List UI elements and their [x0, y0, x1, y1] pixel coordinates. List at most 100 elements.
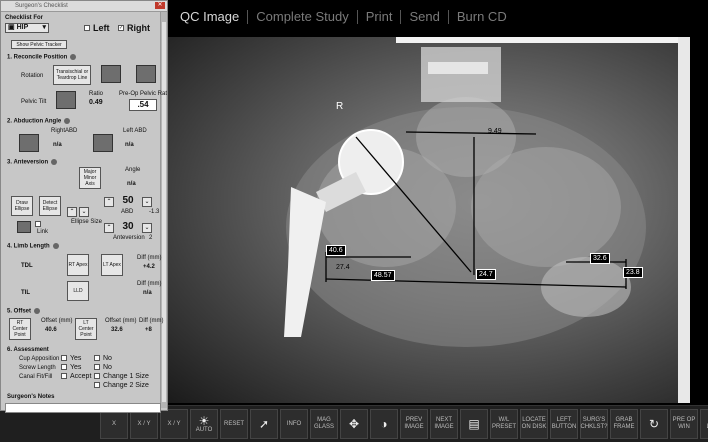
- pan-icon: ✥: [348, 417, 360, 431]
- offset-diff-value: +8: [145, 327, 152, 333]
- left-abd-label: Left ABD: [123, 128, 147, 134]
- pelvic-tilt-icon[interactable]: [56, 91, 76, 109]
- del-last-button[interactable]: DEL LAST: [700, 409, 708, 439]
- til-diff-label: Diff (mm): [137, 281, 162, 287]
- cup-yes-checkbox[interactable]: [61, 355, 67, 361]
- left-abd-icon[interactable]: [93, 134, 113, 152]
- abd-value[interactable]: 50: [117, 195, 139, 208]
- cup-no-checkbox[interactable]: [94, 355, 100, 361]
- detect-ellipse-button[interactable]: Detect Ellipse: [39, 196, 61, 216]
- tab-complete-study[interactable]: Complete Study: [248, 10, 358, 24]
- lld-button[interactable]: LLD: [67, 281, 89, 301]
- surg-s-chklst-button[interactable]: SURG'S CHKLST?: [580, 409, 608, 439]
- x-button[interactable]: X: [100, 409, 128, 439]
- tab-send[interactable]: Send: [401, 10, 449, 24]
- major-minor-axis-button[interactable]: Major Minor Axis: [79, 167, 101, 189]
- lt-center-point-button[interactable]: LT Center Point: [75, 318, 97, 340]
- offset-rt-value: 40.6: [45, 327, 57, 333]
- mag-glass-button[interactable]: MAG GLASS: [310, 409, 338, 439]
- link-checkbox[interactable]: [35, 221, 41, 227]
- panel-scrollbar[interactable]: [160, 12, 167, 408]
- show-pelvic-tracker-button[interactable]: Show Pelvic Tracker: [11, 40, 67, 49]
- preop-ratio-input[interactable]: .54: [129, 99, 157, 111]
- info-icon[interactable]: [70, 54, 77, 60]
- rt-center-point-button[interactable]: RT Center Point: [9, 318, 31, 340]
- grab-frame-button[interactable]: GRAB FRAME: [610, 409, 638, 439]
- reset-button[interactable]: RESET: [220, 409, 248, 439]
- info-icon[interactable]: [34, 308, 41, 314]
- xray-image[interactable]: R 9.49 40.6 32.6 24.7 48.57 23.8 27.4: [166, 37, 690, 403]
- tdl-diff-value: +4.2: [143, 264, 155, 270]
- yes-label: Yes: [70, 355, 82, 362]
- dicom-button[interactable]: ▤: [460, 409, 488, 439]
- left-checkbox[interactable]: [84, 25, 90, 31]
- procedure-select[interactable]: ▣ HIP ▾: [5, 23, 49, 33]
- info-button[interactable]: INFO: [280, 409, 308, 439]
- lt-apex-button[interactable]: LT Apex: [101, 254, 123, 276]
- rotate-button[interactable]: ↻: [640, 409, 668, 439]
- surgeons-notes-input[interactable]: [5, 403, 161, 413]
- pre-op-win-button[interactable]: PRE OP WIN: [670, 409, 698, 439]
- abd-up-button[interactable]: ⌃: [104, 197, 114, 207]
- pelvis-rotation-alt-icon[interactable]: [136, 65, 156, 83]
- pelvis-rotation-icon[interactable]: [101, 65, 121, 83]
- canal-accept-checkbox[interactable]: [61, 373, 67, 379]
- right-label: Right: [127, 23, 150, 33]
- xray-overlay: [284, 47, 646, 347]
- hip-icon: ▣: [8, 24, 15, 31]
- info-icon[interactable]: [64, 118, 71, 124]
- left-button-button[interactable]: LEFT BUTTON: [550, 409, 578, 439]
- panel-titlebar[interactable]: Surgeon's Checklist ✕: [1, 1, 167, 12]
- offset-lt-value: 32.6: [111, 327, 123, 333]
- cursor-button[interactable]: ➚: [250, 409, 278, 439]
- transischial-button[interactable]: Transischial or Teardrop Line: [53, 65, 91, 85]
- tab-print[interactable]: Print: [358, 10, 402, 24]
- yes-label: Yes: [70, 364, 82, 371]
- pelvic-tilt-label: Pelvic Tilt: [21, 99, 47, 105]
- right-abd-icon[interactable]: [19, 134, 39, 152]
- close-icon[interactable]: ✕: [155, 2, 165, 9]
- toolbar-button-label: X / Y: [137, 420, 151, 427]
- rt-apex-button[interactable]: RT Apex: [67, 254, 89, 276]
- rotate-icon: ↻: [648, 417, 660, 431]
- scrollbar-thumb[interactable]: [162, 22, 166, 402]
- info-icon[interactable]: [51, 159, 58, 165]
- ellipse-size-up-button[interactable]: ⌃: [67, 207, 77, 217]
- info-icon[interactable]: [52, 243, 59, 249]
- locate-on-disk-button[interactable]: LOCATE ON DISK: [520, 409, 548, 439]
- sun-icon: ☀: [198, 413, 210, 428]
- top-menu: QC Image Complete Study Print Send Burn …: [172, 6, 708, 28]
- anteversion-down-button[interactable]: ⌄: [142, 223, 152, 233]
- prev-image-button[interactable]: PREV IMAGE: [400, 409, 428, 439]
- anteversion-up-button[interactable]: ⌃: [104, 223, 114, 233]
- canal-change1-checkbox[interactable]: [94, 373, 100, 379]
- x-y-button[interactable]: X / Y: [160, 409, 188, 439]
- measurement-label: 40.6: [326, 245, 346, 256]
- next-image-button[interactable]: NEXT IMAGE: [430, 409, 458, 439]
- toolbar-button-label: X: [111, 420, 116, 427]
- toolbar-button-label: RESET: [223, 420, 244, 427]
- tab-burn-cd[interactable]: Burn CD: [449, 10, 515, 24]
- screw-yes-checkbox[interactable]: [61, 364, 67, 370]
- screw-no-checkbox[interactable]: [94, 364, 100, 370]
- right-checkbox[interactable]: ✓: [118, 25, 124, 31]
- toolbar-button-label: NEXT IMAGE: [434, 417, 454, 430]
- link-icon[interactable]: [17, 221, 31, 233]
- ellipse-size-down-button[interactable]: ⌄: [79, 207, 89, 217]
- contrast-button[interactable]: ◑: [370, 409, 398, 439]
- x-y-button[interactable]: X / Y: [130, 409, 158, 439]
- toolbar-button-label: SURG'S CHKLST?: [580, 417, 608, 430]
- panel-title: Surgeon's Checklist: [15, 3, 68, 9]
- abd-down-button[interactable]: ⌄: [142, 197, 152, 207]
- right-abd-label: RightABD: [51, 128, 78, 134]
- anteversion-value[interactable]: 30: [117, 221, 139, 234]
- right-abd-value: n/a: [53, 142, 62, 148]
- auto-button[interactable]: ☀ AUTO: [190, 409, 218, 439]
- toolbar-button-label: LEFT BUTTON: [551, 417, 577, 430]
- draw-ellipse-button[interactable]: Draw Ellipse: [11, 196, 33, 216]
- pan-button[interactable]: ✥: [340, 409, 368, 439]
- tab-qc-image[interactable]: QC Image: [172, 10, 249, 24]
- w-l-preset-button[interactable]: W/L PRESET: [490, 409, 518, 439]
- canal-change2-checkbox[interactable]: [94, 382, 100, 388]
- toolbar-button-label: PREV IMAGE: [404, 417, 424, 430]
